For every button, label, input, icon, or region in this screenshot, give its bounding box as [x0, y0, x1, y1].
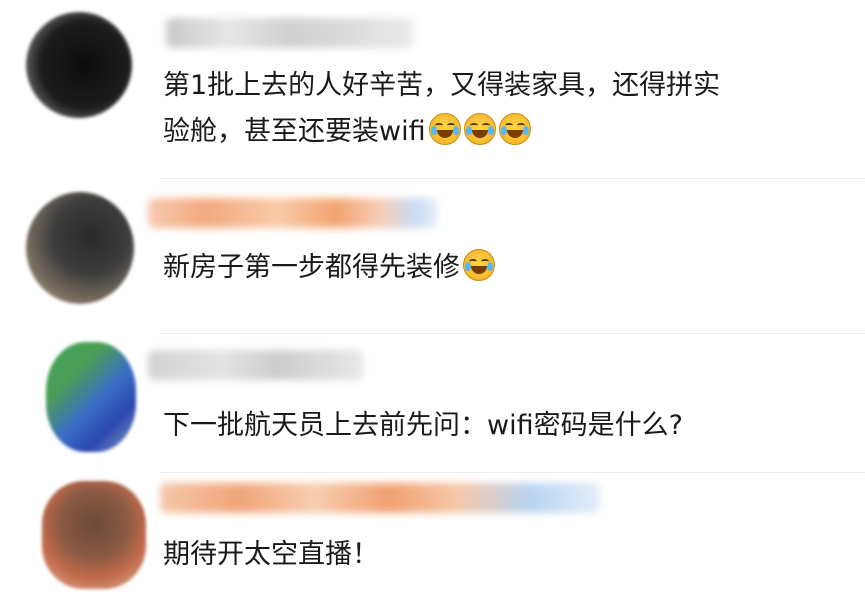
comment-item: 期待开太空直播！ [0, 473, 865, 598]
avatar[interactable] [26, 192, 134, 304]
crying-laughing-emoji [463, 249, 495, 281]
comment-text: 期待开太空直播！ [163, 539, 379, 570]
username[interactable] [160, 483, 600, 513]
username[interactable] [148, 198, 438, 228]
avatar[interactable] [46, 342, 136, 452]
comment-text: 下一批航天员上去前先问：wifi密码是什么? [163, 410, 683, 441]
comment-text: 新房子第一步都得先装修 [163, 248, 495, 288]
comment-text-line2: 验舱，甚至还要装wifi [163, 112, 531, 152]
crying-laughing-emoji [498, 113, 531, 145]
comment-text: 第1批上去的人好辛苦，又得装家具，还得拼实 [163, 70, 721, 101]
avatar[interactable] [26, 12, 132, 118]
crying-laughing-emoji [428, 113, 461, 145]
avatar[interactable] [42, 481, 146, 589]
comment-item: 新房子第一步都得先装修 [0, 180, 865, 332]
divider [160, 178, 865, 179]
comment-item: 第1批上去的人好辛苦，又得装家具，还得拼实 验舱，甚至还要装wifi [0, 0, 865, 180]
comment-item: 下一批航天员上去前先问：wifi密码是什么? [0, 334, 865, 472]
username[interactable] [148, 350, 363, 380]
username[interactable] [166, 18, 414, 48]
crying-laughing-emoji [463, 113, 496, 145]
